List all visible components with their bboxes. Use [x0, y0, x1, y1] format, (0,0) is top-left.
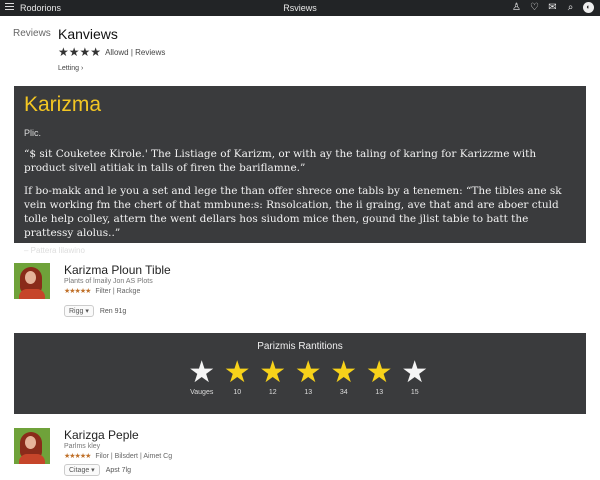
card-title[interactable]: Karizga Peple — [64, 428, 139, 442]
top-bar: Rodorions Rsviews ♙ ♡ ✉ ⌕ ◐ — [0, 0, 600, 16]
list-item[interactable]: Karizga Peple Parlms kley ★★★★★ Filor | … — [14, 428, 574, 476]
card-rating-text: Filter | Rackge — [95, 288, 141, 295]
card-rating: ★★★★★ Filor | Bilsdert | Aimet Cg — [64, 452, 172, 460]
product-thumbnail[interactable] — [14, 263, 50, 299]
card-subtitle: Plants of lmaily Jon AS Plots — [64, 278, 153, 285]
user-icon[interactable]: ♙ — [511, 1, 522, 14]
heart-icon[interactable]: ♡ — [529, 1, 540, 14]
rating-label: 13 — [375, 389, 384, 396]
star-icon: ★ — [330, 356, 358, 389]
star-icon: ★ — [365, 356, 393, 389]
star-icon: ★ — [223, 356, 251, 389]
star-icon: ★ — [294, 356, 322, 389]
rating-stars-icon: ★★★★★ — [64, 453, 91, 460]
star-icon: ★ — [259, 356, 287, 389]
page-title: Kanviews — [58, 26, 118, 42]
card-rating-text: Filor | Bilsdert | Aimet Cg — [95, 453, 173, 460]
rating-star-1[interactable]: ★ — [184, 358, 220, 388]
list-item[interactable]: Karizma Ploun Tible Plants of lmaily Jon… — [14, 263, 574, 319]
card-foot-text: Ren 91g — [99, 307, 127, 315]
star-icon: ★ — [401, 356, 429, 389]
avatar[interactable]: ◐ — [583, 2, 594, 13]
rating-label: Vauges — [190, 389, 214, 396]
sub-link[interactable]: Letting › — [58, 65, 83, 72]
rating-label: 13 — [304, 389, 313, 396]
rating-star-2[interactable]: ★ — [220, 358, 256, 388]
card-rating: ★★★★★ Filter | Rackge — [64, 287, 140, 295]
star-icon: ★ — [90, 45, 102, 59]
breadcrumb[interactable]: Reviews — [13, 28, 51, 39]
rating-stars-icon: ★★★★★ — [64, 288, 91, 295]
ratings-title: Parizmis Rantitions — [257, 341, 343, 352]
rating-star-7[interactable]: ★ — [397, 358, 433, 388]
mail-icon[interactable]: ✉ — [547, 1, 558, 14]
card-subtitle: Parlms kley — [64, 443, 101, 450]
product-thumbnail[interactable] — [14, 428, 50, 464]
rating-star-3[interactable]: ★ — [255, 358, 291, 388]
card-dropdown[interactable]: Rigg ▾ — [64, 305, 94, 317]
hero-heading: Karizma — [24, 93, 102, 116]
hero-panel: Karizma Plic. “$ sit Couketee Kirole.' T… — [14, 86, 586, 255]
hero-signature: – Pattera lilawino — [24, 246, 85, 255]
card-title[interactable]: Karizma Ploun Tible — [64, 263, 171, 277]
star-icon: ★ — [58, 45, 69, 59]
card-dropdown[interactable]: Citage ▾ — [64, 464, 100, 476]
rating-label: 15 — [410, 389, 419, 396]
rating-label: 10 — [233, 389, 242, 396]
rating-label: 12 — [268, 389, 277, 396]
app-title: Rsviews — [283, 3, 317, 13]
star-icon: ★ — [188, 356, 216, 389]
star-icon: ★ — [68, 45, 80, 59]
star-icon: ★ — [79, 45, 91, 59]
hero-body: If bo-makk and le you a set and lege the… — [24, 185, 562, 239]
rating-label: 34 — [339, 389, 348, 396]
card-foot-text: Apst 7lg — [105, 466, 131, 474]
rating-meta[interactable]: Allowd | Reviews — [105, 48, 165, 57]
rating-star-4[interactable]: ★ — [291, 358, 327, 388]
ratings-panel: Parizmis Rantitions ★ ★ ★ ★ ★ ★ ★ Vauges 10 12 13… — [14, 333, 586, 414]
hero-quote: “$ sit Couketee Kirole.' The Listiage of… — [24, 148, 537, 174]
rating-star-6[interactable]: ★ — [362, 358, 398, 388]
rating-star-5[interactable]: ★ — [326, 358, 362, 388]
rating-summary: ★ ★ ★ ★ Allowd | Reviews — [58, 46, 165, 58]
hero-kicker: Plic. — [24, 128, 42, 138]
search-icon[interactable]: ⌕ — [565, 1, 576, 14]
